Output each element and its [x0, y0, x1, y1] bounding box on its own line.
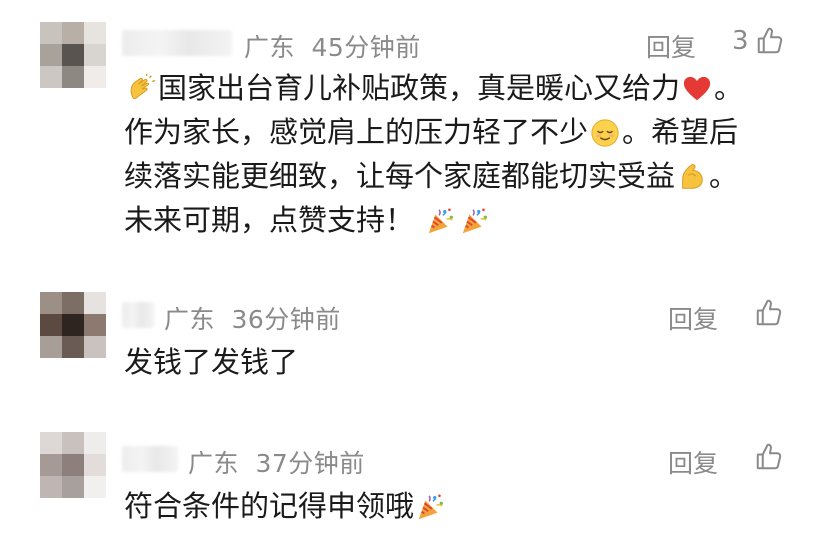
avatar[interactable]: [40, 22, 106, 88]
thumbs-up-icon: [754, 298, 784, 328]
username-blurred[interactable]: [122, 446, 178, 472]
comment-text-part: 。: [709, 159, 739, 193]
party-popper-icon: [426, 206, 456, 236]
avatar[interactable]: [40, 292, 106, 358]
comment-item: 广东 45分钟前 回复 3 国家出台育儿补贴政策，真是暖心又给力 。 作为家长，…: [0, 0, 828, 260]
relieved-face-icon: [591, 119, 619, 147]
timestamp: 36分钟前: [231, 305, 341, 334]
comment-line: 未来可期，点赞支持！: [124, 198, 743, 242]
reply-button[interactable]: 回复: [668, 300, 718, 336]
red-heart-icon: [683, 76, 711, 101]
comment-meta: 广东 45分钟前: [244, 28, 421, 64]
comment-meta: 广东 37分钟前: [188, 444, 365, 480]
comment-line: 续落实能更细致，让每个家庭都能切实受益 。: [124, 154, 743, 198]
comment-meta: 广东 36分钟前: [164, 300, 341, 336]
comment-text-part: 。希望后: [622, 115, 739, 149]
thumbs-up-icon: [755, 26, 785, 56]
comment-text-part: 。: [714, 71, 744, 105]
like-button[interactable]: 3: [732, 26, 785, 56]
location-label: 广东: [188, 449, 240, 478]
avatar[interactable]: [40, 432, 106, 498]
comment-text: 符合条件的记得申领哦: [124, 484, 448, 528]
party-popper-icon: [416, 492, 446, 522]
comment-text-part: 国家出台育儿补贴政策，真是暖心又给力: [158, 71, 681, 105]
like-button[interactable]: [754, 442, 784, 472]
clapping-hands-icon: [130, 74, 156, 100]
comment-text-part: 未来可期，点赞支持！: [124, 203, 415, 237]
username-blurred[interactable]: [122, 30, 232, 56]
comment-text-part: 续落实能更细致，让每个家庭都能切实受益: [124, 159, 676, 193]
username-blurred[interactable]: [122, 302, 154, 328]
comment-text: 国家出台育儿补贴政策，真是暖心又给力 。 作为家长，感觉肩上的压力轻了不少 。希…: [124, 66, 743, 242]
comment-item: 广东 36分钟前 回复 发钱了发钱了: [0, 280, 828, 400]
location-label: 广东: [164, 305, 216, 334]
reply-button[interactable]: 回复: [646, 28, 696, 64]
timestamp: 37分钟前: [255, 449, 365, 478]
comment-text: 发钱了发钱了: [124, 345, 299, 379]
flexed-biceps-icon: [682, 164, 703, 189]
thumbs-up-icon: [754, 442, 784, 472]
like-count: 3: [732, 26, 749, 56]
reply-button[interactable]: 回复: [668, 444, 718, 480]
comment-text-part: 符合条件的记得申领哦: [124, 489, 415, 523]
location-label: 广东: [244, 33, 296, 62]
timestamp: 45分钟前: [311, 33, 421, 62]
party-popper-icon: [460, 206, 490, 236]
comment-line: 国家出台育儿补贴政策，真是暖心又给力 。: [124, 66, 743, 110]
comment-item: 广东 37分钟前 回复 符合条件的记得申领哦: [0, 420, 828, 549]
comment-text-part: 作为家长，感觉肩上的压力轻了不少: [124, 115, 589, 149]
comment-line: 作为家长，感觉肩上的压力轻了不少 。希望后: [124, 110, 743, 154]
like-button[interactable]: [754, 298, 784, 328]
